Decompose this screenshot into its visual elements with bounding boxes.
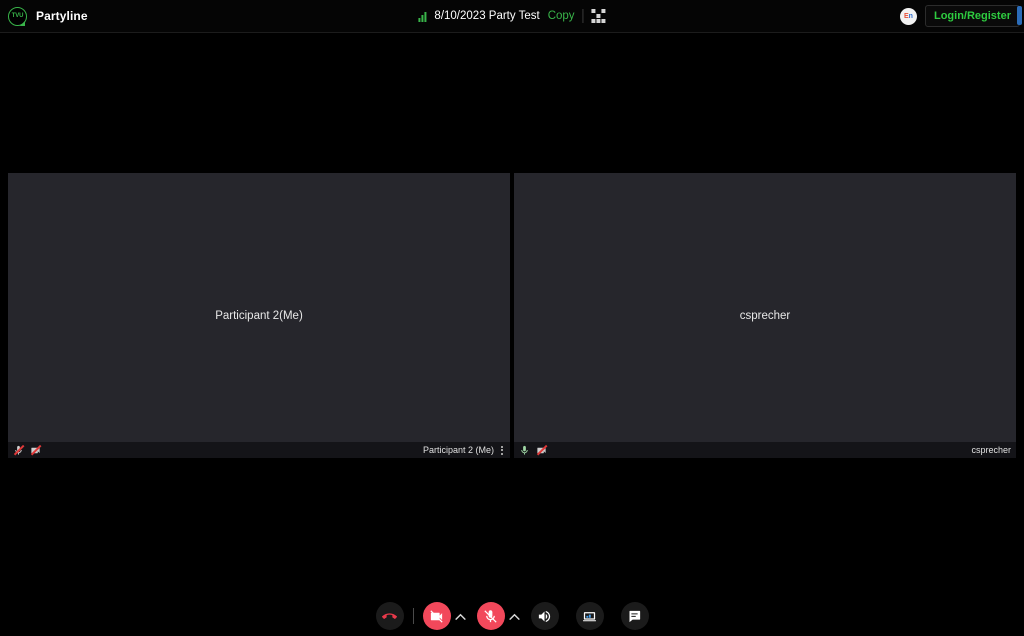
participant-display-name: Participant 2(Me) [215,309,303,322]
qr-code-icon[interactable] [591,9,606,23]
microphone-options-button[interactable] [508,602,522,630]
screen-share-button[interactable] [575,602,604,630]
brand-area[interactable]: TVU Partyline [0,6,88,26]
participant-name-label: Participant 2 (Me) [422,445,494,455]
hangup-button[interactable] [375,602,404,630]
app-header: TVU Partyline 8/10/2023 Party Test Copy … [0,0,1024,33]
app-title: Partyline [36,9,88,23]
participant-tile[interactable]: Participant 2(Me) Participant 2 (Me) [8,173,510,458]
participant-display-name: csprecher [739,309,791,322]
participant-status-icons [519,444,547,456]
participant-name-area: Participant 2 (Me) [423,445,505,456]
speaker-button[interactable] [530,602,559,630]
signal-bars-icon [418,11,427,22]
session-title: 8/10/2023 Party Test [434,10,540,22]
participant-grid: Participant 2(Me) Participant 2 (Me) csp… [8,173,1016,458]
camera-off-icon [30,444,41,456]
participant-tile-footer: Participant 2 (Me) [8,442,510,458]
kebab-menu-icon[interactable] [499,445,505,456]
video-stage: Participant 2(Me) Participant 2 (Me) csp… [0,33,1024,596]
control-divider [412,608,414,624]
camera-toggle-button[interactable] [422,602,451,630]
microphone-on-icon [519,445,530,456]
participant-status-icons [13,444,41,456]
participant-tile[interactable]: csprecher csprecher [514,173,1016,458]
session-info: 8/10/2023 Party Test Copy [418,0,606,33]
login-register-button[interactable]: Login/Register [924,5,1020,27]
edge-panel-handle[interactable] [1017,5,1022,25]
header-divider [582,9,584,23]
header-actions: En Login/Register [899,0,1022,33]
language-globe-icon[interactable]: En [899,7,917,25]
tvu-logo-icon: TVU [8,6,27,26]
copy-link-button[interactable]: Copy [548,10,575,22]
chat-button[interactable] [620,602,649,630]
participant-tile-footer: csprecher [514,442,1016,458]
camera-options-button[interactable] [454,602,468,630]
microphone-toggle-button[interactable] [476,602,505,630]
logo-text: TVU [11,13,24,19]
call-control-bar [0,596,1024,636]
microphone-muted-icon [13,444,24,456]
participant-name-area: csprecher [971,445,1011,455]
participant-name-label: csprecher [971,445,1011,455]
camera-off-icon [536,444,547,456]
partyline-app-window: TVU Partyline 8/10/2023 Party Test Copy … [0,0,1024,636]
